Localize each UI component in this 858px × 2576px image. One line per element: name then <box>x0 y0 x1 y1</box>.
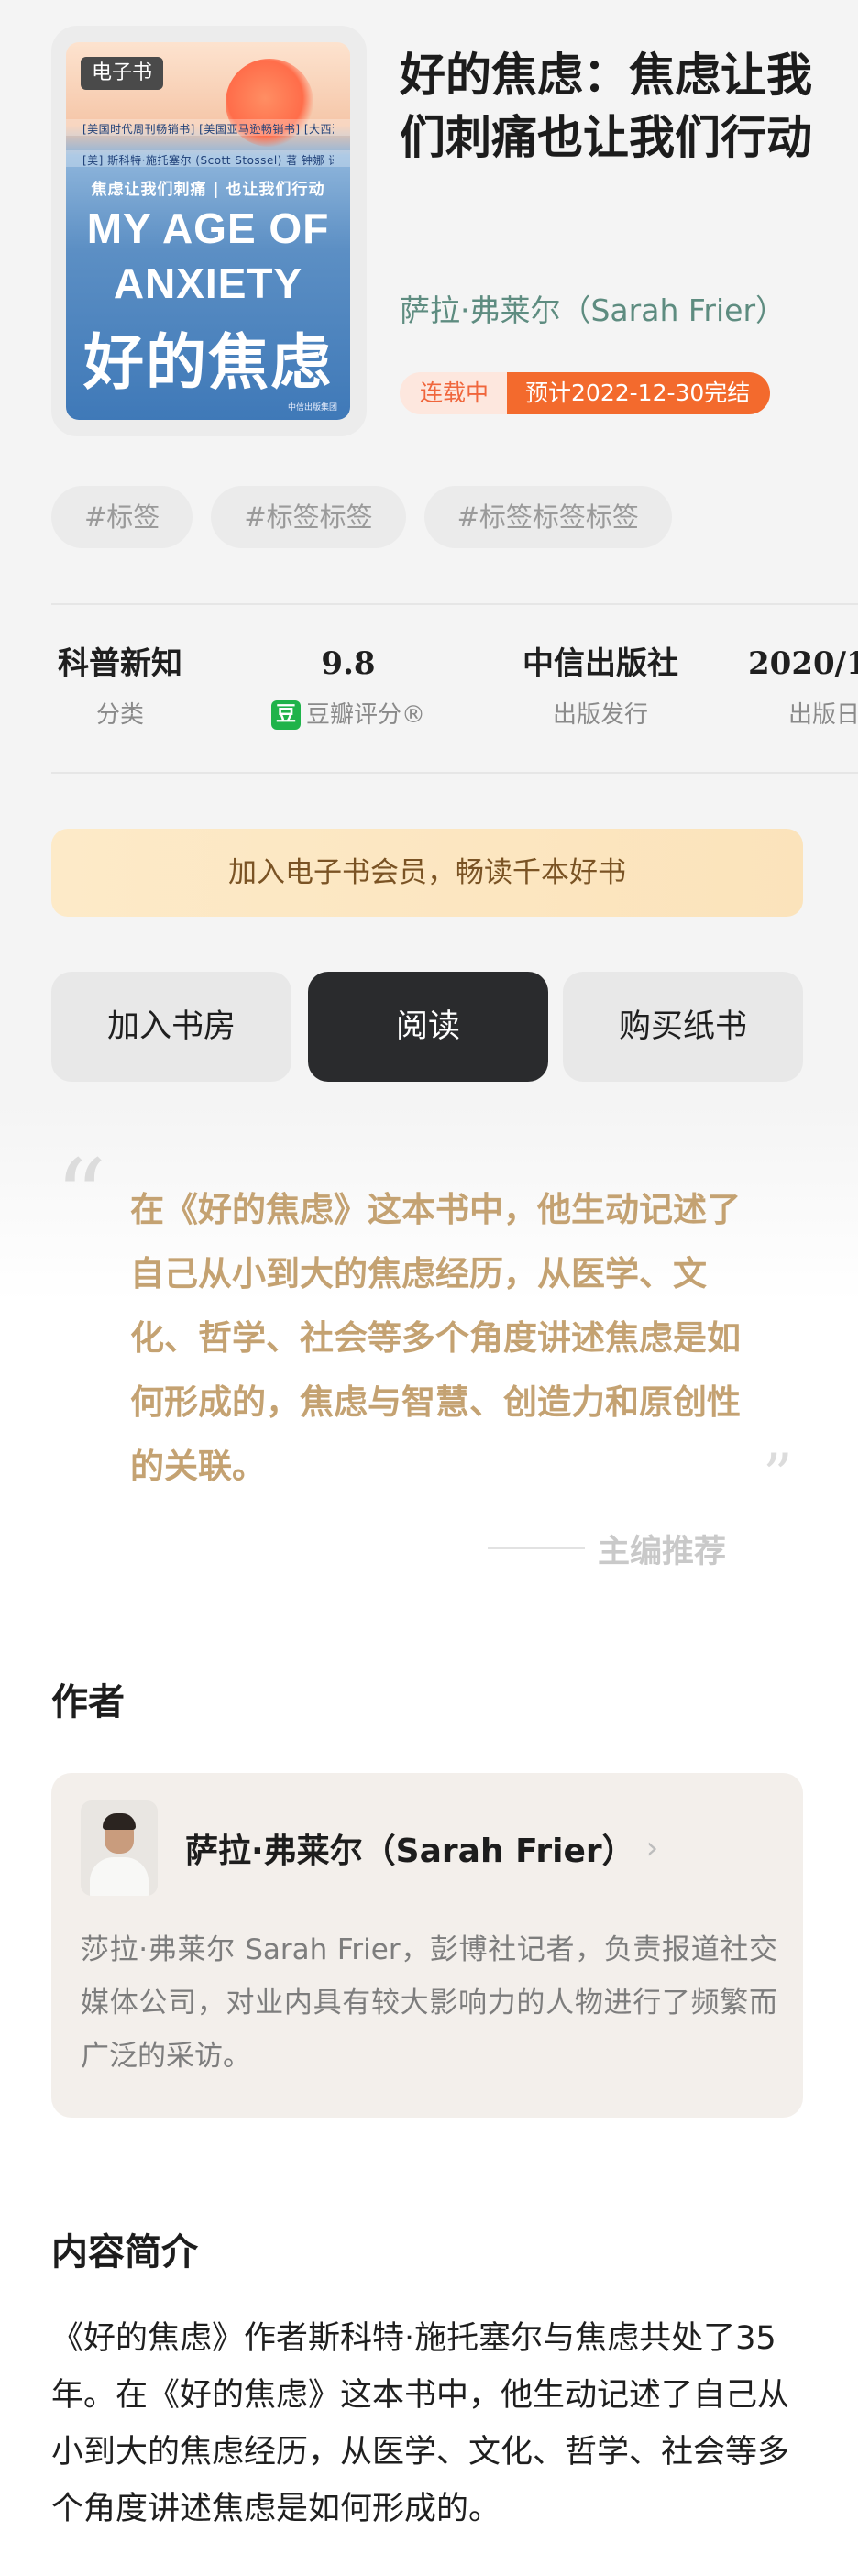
tag-list: #标签 #标签标签 #标签标签标签 <box>51 486 672 548</box>
membership-banner[interactable]: 加入电子书会员，畅读千本好书 <box>51 829 803 917</box>
category-label: 分类 <box>95 701 144 729</box>
rating-value: 9.8 <box>321 645 376 682</box>
author-avatar <box>81 1800 158 1896</box>
author-card-name: 萨拉·弗莱尔（Sarah Frier） <box>185 1833 635 1870</box>
open-quote-icon: “ <box>55 1138 107 1255</box>
info-category: 科普新知 分类 <box>51 642 189 732</box>
tag-chip[interactable]: #标签 <box>51 486 193 548</box>
publish-date-value: 2020/1 <box>748 645 858 682</box>
publish-date-label: 出版日 <box>788 701 858 729</box>
close-quote-icon: ” <box>763 1442 793 1510</box>
tag-chip[interactable]: #标签标签标签 <box>424 486 672 548</box>
intro-section-title: 内容简介 <box>51 2230 198 2273</box>
book-cover[interactable]: [美国时代周刊畅销书] [美国亚马逊畅销书] [大西洋月刊高分推荐] [美] 斯… <box>66 42 350 420</box>
avatar-body <box>90 1857 148 1896</box>
status-pill: 连载中 预计2022-12-30完结 <box>400 372 771 414</box>
info-publisher: 中信出版社 出版发行 <box>495 642 706 732</box>
book-title: 好的焦虑：焦虑让我们刺痛也让我们行动 <box>400 48 812 164</box>
cover-publisher: 中信出版集团 <box>287 403 337 413</box>
publisher-label: 出版发行 <box>552 701 648 729</box>
category-value: 科普新知 <box>58 645 182 682</box>
info-publish-date: 2020/1 出版日 <box>739 642 858 732</box>
cover-english-title-1: MY AGE OF <box>86 204 330 252</box>
serial-status: 连载中 <box>400 372 508 414</box>
divider <box>51 603 858 605</box>
rating-label-row: 豆 豆瓣评分® <box>248 699 449 732</box>
buy-paper-book-button[interactable]: 购买纸书 <box>563 972 803 1082</box>
cover-english-title-2: ANXIETY <box>113 259 303 307</box>
douban-icon: 豆 <box>270 700 301 730</box>
completion-estimate: 预计2022-12-30完结 <box>507 372 771 414</box>
cover-blurb: [美国时代周刊畅销书] [美国亚马逊畅销书] [大西洋月刊高分推荐] <box>82 123 334 136</box>
avatar-hair <box>103 1813 136 1830</box>
divider <box>51 772 858 774</box>
quote-source-line <box>488 1547 585 1549</box>
author-section-title: 作者 <box>51 1680 125 1723</box>
add-to-shelf-button[interactable]: 加入书房 <box>51 972 292 1082</box>
read-button[interactable]: 阅读 <box>308 972 548 1082</box>
chevron-right-icon: › <box>645 1830 659 1866</box>
info-rating[interactable]: 9.8 豆 豆瓣评分® <box>248 642 449 732</box>
ebook-badge: 电子书 <box>81 57 164 90</box>
cover-credit: [美] 斯科特·施托塞尔 (Scott Stossel) 著 钟娜 译 <box>82 154 334 167</box>
publisher-value: 中信出版社 <box>522 645 678 682</box>
rating-label: 豆瓣评分® <box>305 701 425 729</box>
cover-chinese-title: 好的焦虑 <box>83 327 333 398</box>
intro-text: 《好的焦虑》作者斯科特·施托塞尔与焦虑共处了35年。在《好的焦虑》这本书中，他生… <box>51 2320 790 2527</box>
editor-quote: 在《好的焦虑》这本书中，他生动记述了自己从小到大的焦虑经历，从医学、文化、哲学、… <box>130 1189 741 1486</box>
author-card-name-row[interactable]: 萨拉·弗莱尔（Sarah Frier） › <box>185 1824 658 1872</box>
cover-subtitle: 焦虑让我们刺痛 | 也让我们行动 <box>91 181 325 199</box>
tag-chip[interactable]: #标签标签 <box>211 486 406 548</box>
author-bio: 莎拉·弗莱尔 Sarah Frier，彭博社记者，负责报道社交媒体公司，对业内具… <box>81 1933 777 2073</box>
quote-source: 主编推荐 <box>598 1533 727 1570</box>
author-link[interactable]: 萨拉·弗莱尔（Sarah Frier） <box>400 286 786 330</box>
